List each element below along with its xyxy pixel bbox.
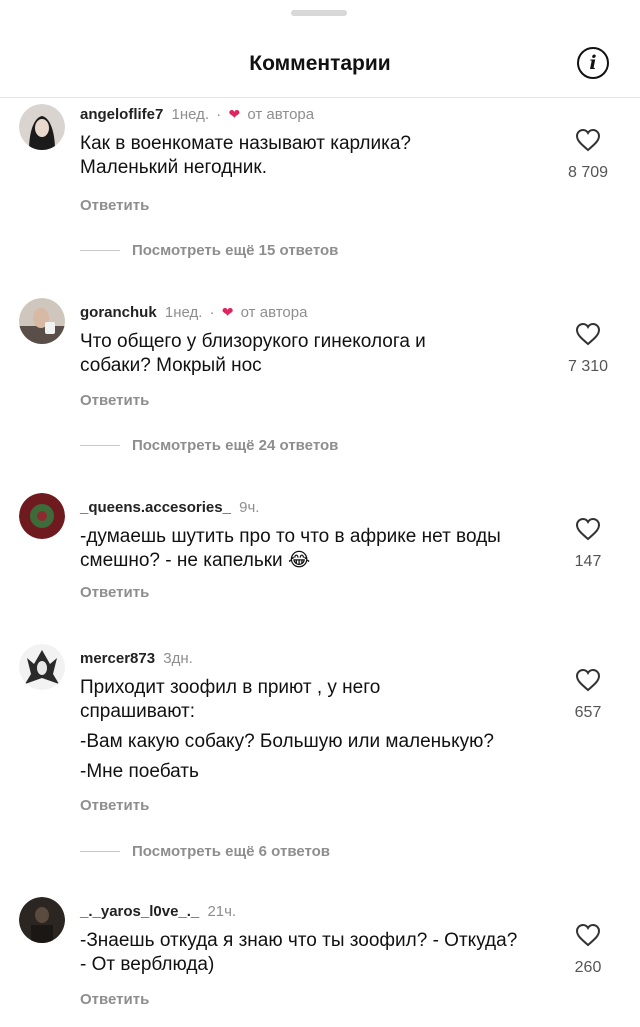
comment-meta: angeloflife7 1нед. · ❤ от автора [80, 106, 314, 123]
like-button[interactable]: 260 [558, 923, 618, 977]
comments-header: Комментарии i [0, 40, 640, 90]
more-line [80, 851, 120, 852]
comment-text-line: спрашивают: [80, 701, 196, 722]
reply-button[interactable]: Ответить [80, 584, 149, 601]
heart-outline-icon[interactable] [575, 923, 601, 947]
separator: · [216, 106, 222, 123]
comment-meta: goranchuk 1нед. · ❤ от автора [80, 304, 307, 321]
like-count: 147 [574, 553, 602, 570]
heart-outline-icon[interactable] [575, 322, 601, 346]
like-button[interactable]: 8 709 [558, 128, 618, 182]
reply-button[interactable]: Ответить [80, 392, 149, 409]
comment-text: -думаешь шутить про то что в африке нет … [80, 525, 520, 573]
like-count: 260 [574, 959, 602, 976]
like-count: 8 709 [567, 164, 609, 181]
comment-meta: _._yaros_l0ve_._ 21ч. [80, 903, 236, 920]
comment-text: Приходит зоофил в приют , у него спрашив… [80, 676, 580, 784]
timestamp: 3дн. [163, 650, 193, 667]
comment-text: -Знаешь откуда я знаю что ты зоофил? - О… [80, 930, 518, 975]
page-title: Комментарии [249, 52, 391, 75]
avatar[interactable] [19, 897, 65, 943]
comment-text: Что общего у близорукого гинеколога и со… [80, 331, 426, 376]
reply-button[interactable]: Ответить [80, 197, 149, 214]
comment-text-line: -Мне поебать [80, 761, 199, 782]
timestamp: 1нед. [171, 106, 210, 123]
info-icon[interactable]: i [577, 47, 609, 79]
avatar[interactable] [19, 493, 65, 539]
avatar[interactable] [19, 644, 65, 690]
reply-button[interactable]: Ответить [80, 797, 149, 814]
sheet-grabber[interactable] [291, 10, 347, 16]
view-more-replies-label: Посмотреть ещё 15 ответов [132, 242, 339, 259]
like-button[interactable]: 147 [558, 517, 618, 571]
avatar[interactable] [19, 104, 65, 150]
comment-text: Как в военкомате называют карлика? Мален… [80, 133, 411, 178]
like-button[interactable]: 657 [558, 668, 618, 722]
author-liked-label: от автора [240, 304, 308, 321]
comment-text-line: Приходит зоофил в приют , у него [80, 677, 381, 698]
timestamp: 21ч. [207, 903, 237, 920]
timestamp: 1нед. [164, 304, 203, 321]
comment-text-line: -Вам какую собаку? Большую или маленькую… [80, 731, 494, 752]
laughing-emoji: 😂 [287, 550, 311, 571]
author-heart-icon: ❤ [221, 304, 234, 320]
avatar[interactable] [19, 298, 65, 344]
view-more-replies[interactable]: Посмотреть ещё 6 ответов [80, 843, 330, 860]
view-more-replies[interactable]: Посмотреть ещё 24 ответов [80, 437, 338, 454]
like-button[interactable]: 7 310 [558, 322, 618, 376]
timestamp: 9ч. [239, 499, 260, 516]
view-more-replies-label: Посмотреть ещё 6 ответов [132, 843, 331, 860]
heart-outline-icon[interactable] [575, 668, 601, 692]
view-more-replies[interactable]: Посмотреть ещё 15 ответов [80, 242, 338, 259]
comment-meta: _queens.accesories_ 9ч. [80, 499, 259, 516]
heart-outline-icon[interactable] [575, 517, 601, 541]
more-line [80, 445, 120, 446]
reply-button[interactable]: Ответить [80, 991, 149, 1008]
username[interactable]: angeloflife7 [80, 106, 163, 123]
heart-outline-icon[interactable] [575, 128, 601, 152]
username[interactable]: mercer873 [80, 650, 155, 667]
header-divider [0, 97, 640, 98]
like-count: 657 [574, 704, 602, 721]
separator: · [209, 304, 215, 321]
username[interactable]: _queens.accesories_ [80, 499, 231, 516]
view-more-replies-label: Посмотреть ещё 24 ответов [132, 437, 339, 454]
author-heart-icon: ❤ [228, 106, 241, 122]
username[interactable]: _._yaros_l0ve_._ [80, 903, 199, 920]
comment-meta: mercer873 3дн. [80, 650, 193, 667]
username[interactable]: goranchuk [80, 304, 157, 321]
like-count: 7 310 [567, 358, 609, 375]
more-line [80, 250, 120, 251]
author-liked-label: от автора [247, 106, 315, 123]
